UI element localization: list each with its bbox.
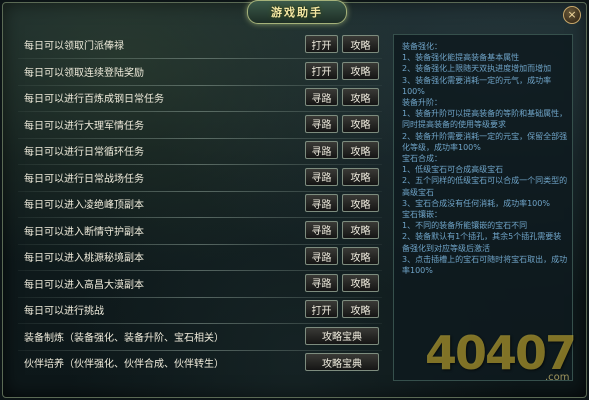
task-row: 每日可以进行日常战场任务 寻路 攻略 (18, 166, 382, 192)
window-title: 游戏助手 (271, 6, 323, 19)
task-row: 每日可以进行挑战 打开 攻略 (18, 298, 382, 324)
strategy-guide-button[interactable]: 攻略宝典 (305, 326, 379, 345)
guide-button[interactable]: 攻略 (342, 300, 379, 318)
task-label: 每日可以领取连续登陆奖励 (24, 67, 144, 79)
pathfind-button[interactable]: 寻路 (305, 167, 338, 186)
task-label: 每日可以进行挑战 (24, 306, 104, 317)
task-row: 每日可以进行大理军情任务 寻路 攻略 (18, 113, 382, 139)
guide-button[interactable]: 攻略 (342, 220, 379, 239)
open-button[interactable]: 打开 (305, 35, 338, 53)
pathfind-button[interactable]: 寻路 (305, 88, 338, 106)
task-label: 每日可以进入断情守护副本 (24, 226, 144, 238)
task-row: 每日可以进入断情守护副本 寻路 攻略 (18, 219, 382, 245)
site-watermark-logo: 40407 .com (425, 326, 577, 388)
guide-button[interactable]: 攻略 (342, 35, 379, 53)
task-label: 每日可以进行日常循环任务 (24, 147, 144, 158)
watermark-suffix: .com (545, 372, 570, 383)
task-label: 每日可以进入高昌大漠副本 (24, 279, 144, 291)
guide-button[interactable]: 攻略 (342, 273, 379, 292)
guide-button[interactable]: 攻略 (342, 167, 379, 186)
guide-button[interactable]: 攻略 (342, 247, 379, 265)
pathfind-button[interactable]: 寻路 (305, 273, 338, 292)
pathfind-button[interactable]: 寻路 (305, 114, 338, 133)
task-row: 每日可以进行百炼成钢日常任务 寻路 攻略 (18, 86, 382, 112)
task-label: 伙伴培养（伙伴强化、伙伴合成、伙伴转生） (24, 359, 224, 370)
task-row: 装备制炼（装备强化、装备升阶、宝石相关） 攻略宝典 (18, 325, 382, 351)
task-label: 每日可以进行百炼成钢日常任务 (24, 94, 164, 105)
pathfind-button[interactable]: 寻路 (305, 247, 338, 265)
task-label: 每日可以进入桃源秘境副本 (24, 253, 144, 264)
task-label: 装备制炼（装备强化、装备升阶、宝石相关） (24, 332, 224, 344)
task-row: 每日可以领取连续登陆奖励 打开 攻略 (18, 60, 382, 86)
task-row: 每日可以进入高昌大漠副本 寻路 攻略 (18, 272, 382, 298)
task-label: 每日可以进入凌绝峰顶副本 (24, 200, 144, 211)
guide-button[interactable]: 攻略 (342, 88, 379, 106)
guide-button[interactable]: 攻略 (342, 61, 379, 80)
task-label: 每日可以进行日常战场任务 (24, 173, 144, 185)
open-button[interactable]: 打开 (305, 300, 338, 318)
close-button[interactable]: × (563, 6, 581, 24)
guide-button[interactable]: 攻略 (342, 141, 379, 159)
task-row: 每日可以进行日常循环任务 寻路 攻略 (18, 139, 382, 165)
task-row: 每日可以领取门派俸禄 打开 攻略 (18, 33, 382, 59)
open-button[interactable]: 打开 (305, 61, 338, 80)
task-row: 每日可以进入桃源秘境副本 寻路 攻略 (18, 245, 382, 271)
task-row: 伙伴培养（伙伴强化、伙伴合成、伙伴转生） 攻略宝典 (18, 351, 382, 375)
task-label: 每日可以领取门派俸禄 (24, 41, 124, 52)
guide-info-text: 装备强化： 1、装备强化能提高装备基本属性 2、装备强化上限随天双执进度增加而增… (402, 42, 568, 276)
task-label: 每日可以进行大理军情任务 (24, 120, 144, 132)
pathfind-button[interactable]: 寻路 (305, 220, 338, 239)
strategy-guide-button[interactable]: 攻略宝典 (305, 353, 379, 371)
guide-button[interactable]: 攻略 (342, 114, 379, 133)
task-row: 每日可以进入凌绝峰顶副本 寻路 攻略 (18, 192, 382, 218)
pathfind-button[interactable]: 寻路 (305, 194, 338, 212)
guide-button[interactable]: 攻略 (342, 194, 379, 212)
task-list: 每日可以领取门派俸禄 打开 攻略 每日可以领取连续登陆奖励 打开 攻略 每日可以… (18, 33, 382, 378)
pathfind-button[interactable]: 寻路 (305, 141, 338, 159)
window-title-badge: 游戏助手 (247, 0, 347, 24)
